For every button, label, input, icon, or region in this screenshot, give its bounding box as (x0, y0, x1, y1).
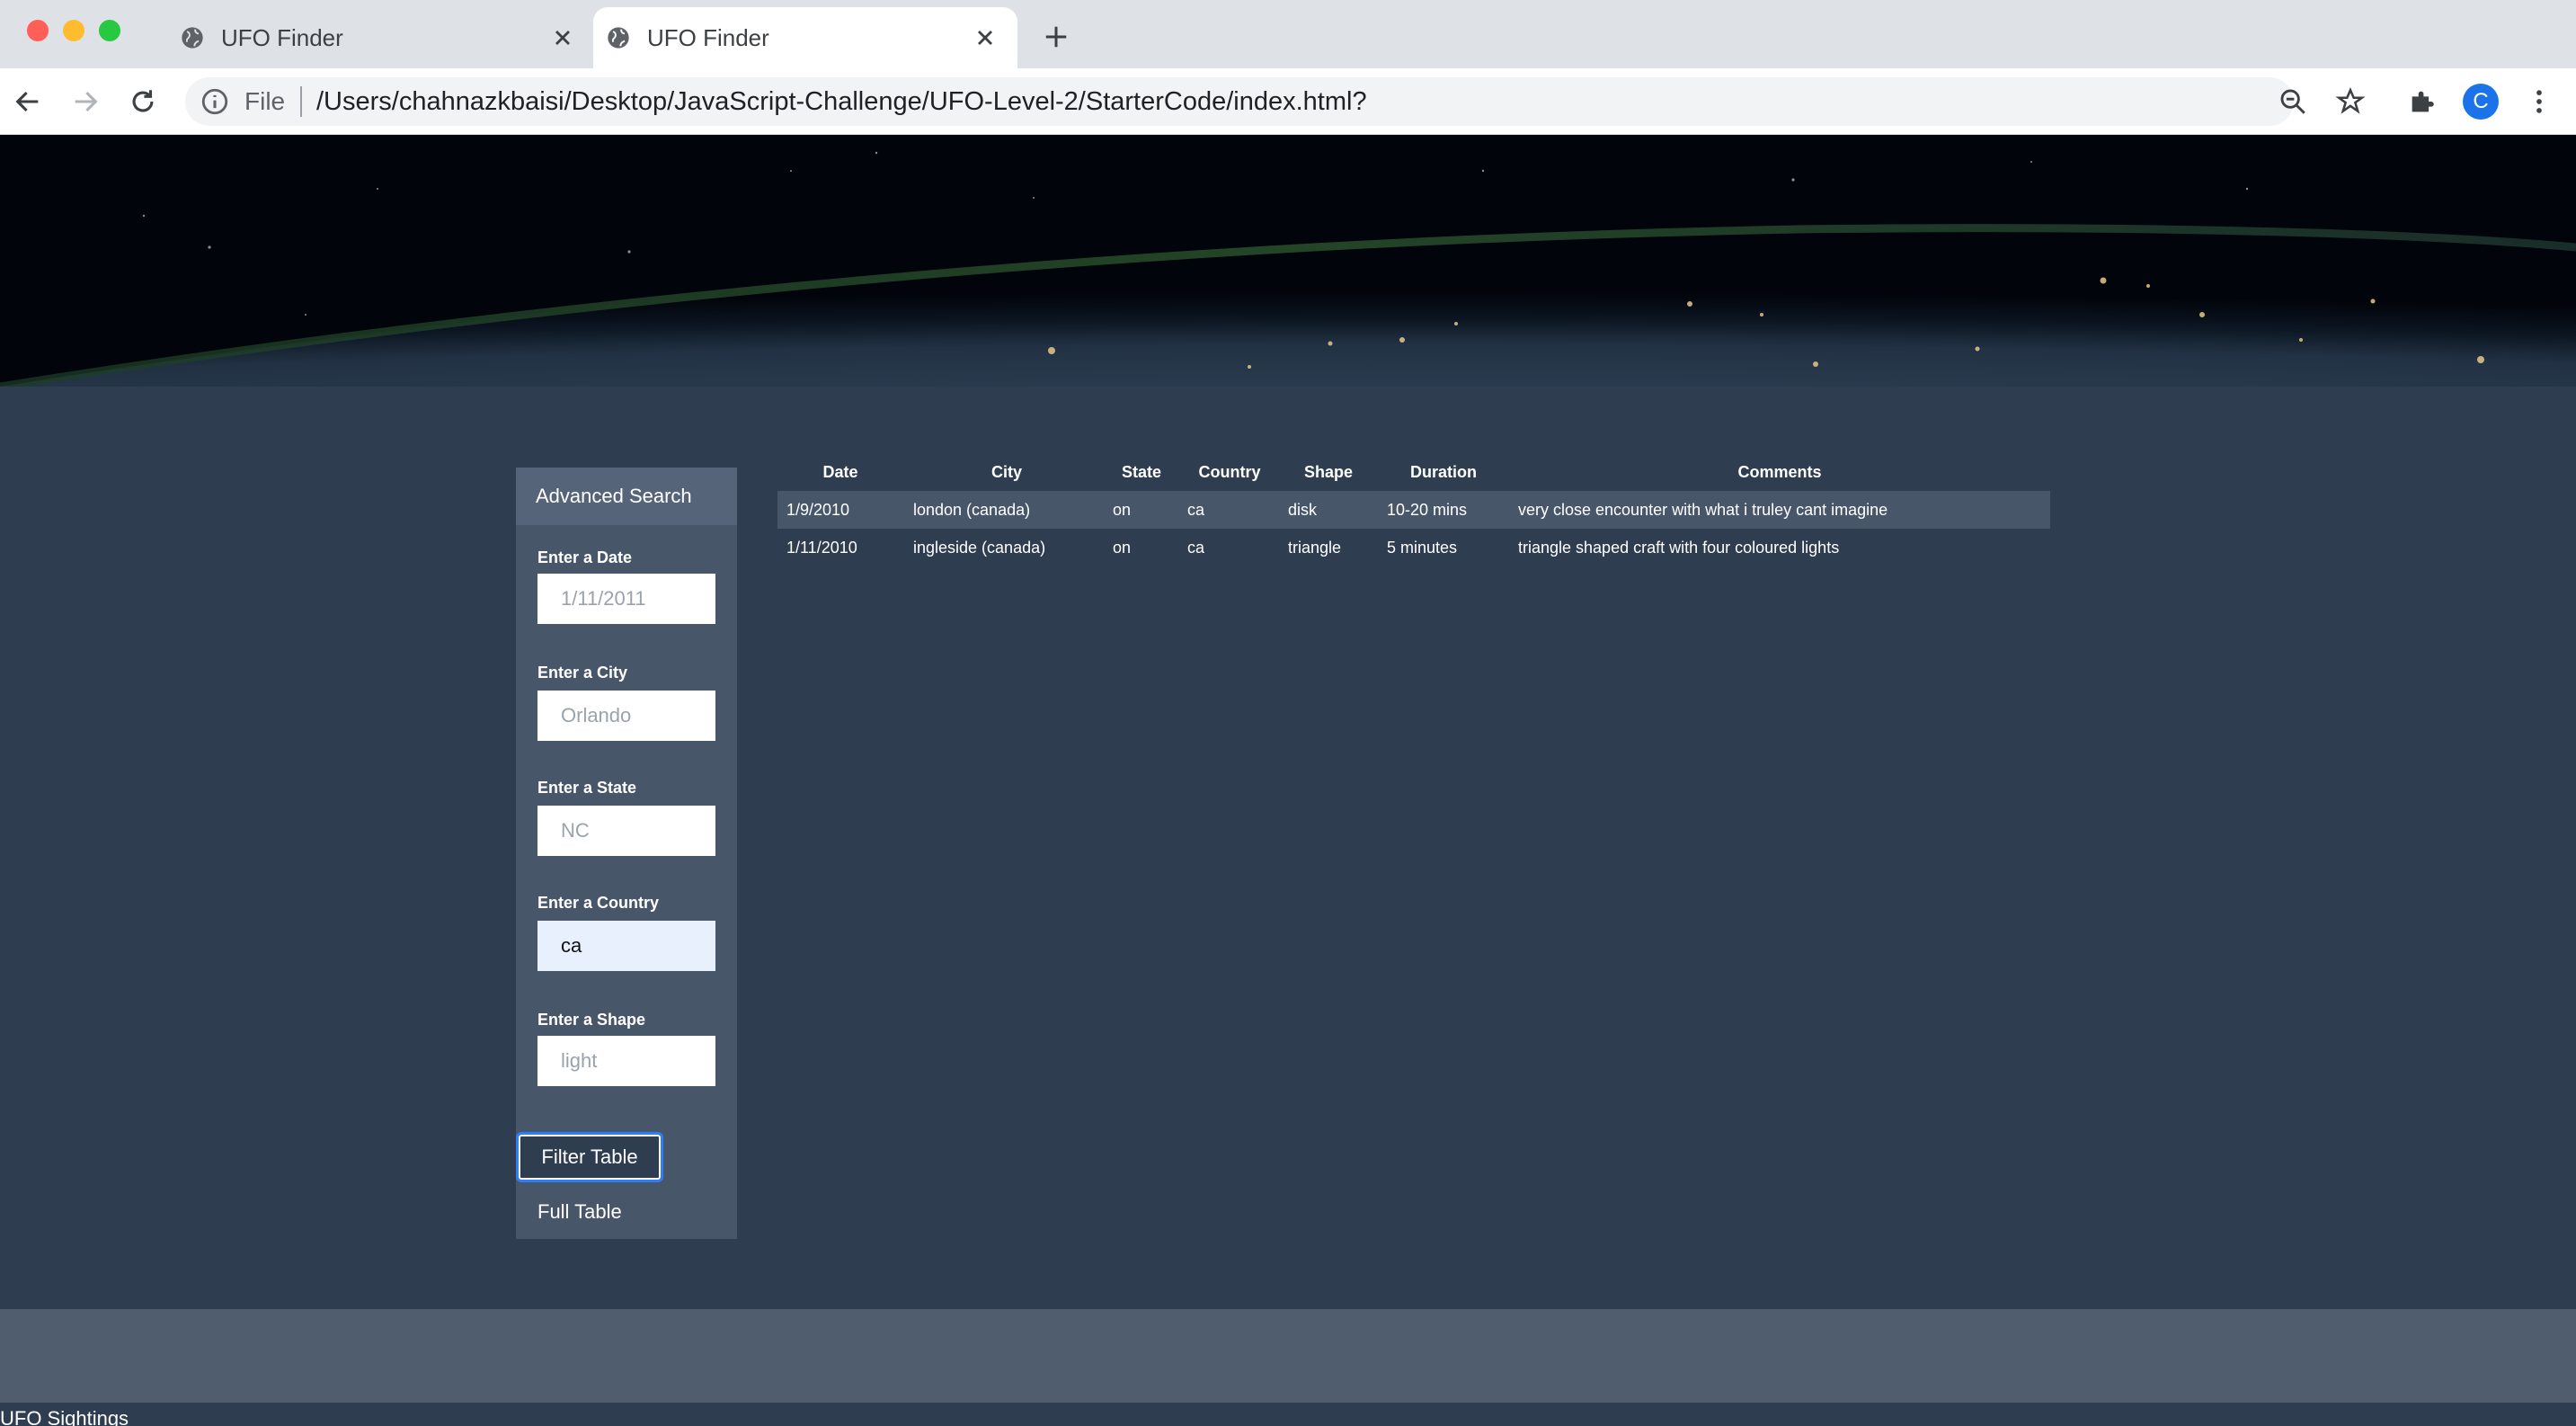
table-row: 1/9/2010 london (canada) on ca disk 10-2… (777, 491, 2050, 529)
cell-country: ca (1187, 539, 1205, 557)
column-header-duration: Duration (1410, 463, 1477, 481)
shape-filter-input[interactable] (537, 1036, 715, 1086)
forward-arrow-icon[interactable] (70, 86, 101, 117)
window-maximize-button[interactable] (99, 20, 120, 41)
back-arrow-icon[interactable] (13, 86, 43, 117)
footer-bar (0, 1403, 2576, 1426)
zoom-out-icon[interactable] (2278, 86, 2308, 117)
footer-band (0, 1309, 2576, 1403)
column-header-country: Country (1198, 463, 1261, 481)
scheme-label: File (244, 87, 286, 115)
country-filter-label: Enter a Country (537, 894, 660, 912)
tab-ufo-finder-2[interactable]: UFO Finder (593, 7, 1017, 68)
column-header-shape: Shape (1303, 463, 1354, 481)
state-filter-input[interactable] (537, 806, 715, 856)
cell-state: on (1113, 501, 1132, 519)
city-filter-label: Enter a City (537, 664, 628, 682)
cell-comments: triangle shaped craft with four coloured… (1518, 539, 1840, 557)
tab-ufo-finder-1[interactable]: UFO Finder (167, 7, 595, 68)
extensions-puzzle-icon[interactable] (2407, 86, 2438, 117)
cell-date: 1/9/2010 (786, 501, 850, 519)
reload-icon[interactable] (128, 86, 158, 117)
cell-country: ca (1187, 501, 1205, 519)
country-filter-input[interactable] (537, 921, 715, 971)
advanced-search-title: Advanced Search (536, 485, 692, 507)
profile-avatar[interactable]: C (2463, 84, 2499, 120)
hero-banner-image (0, 135, 2576, 387)
cell-city: london (canada) (913, 501, 1031, 519)
tab-title: UFO Finder (221, 24, 343, 51)
city-filter-input[interactable] (537, 691, 715, 741)
more-menu-icon[interactable] (2524, 86, 2554, 117)
column-header-state: State (1121, 463, 1161, 481)
cell-shape: disk (1288, 501, 1318, 519)
shape-filter-label: Enter a Shape (537, 1011, 646, 1029)
date-filter-input[interactable] (537, 574, 715, 624)
globe-icon (608, 27, 629, 49)
column-header-comments: Comments (1737, 463, 1822, 481)
info-icon[interactable] (200, 86, 230, 117)
new-tab-icon[interactable] (1043, 23, 1070, 50)
cell-duration: 5 minutes (1387, 539, 1458, 557)
cell-shape: triangle (1288, 539, 1342, 557)
date-filter-label: Enter a Date (537, 548, 633, 566)
cell-duration: 10-20 mins (1387, 501, 1468, 519)
address-separator (300, 86, 302, 117)
full-table-button[interactable]: Full Table (537, 1187, 622, 1237)
earth-from-space-image (0, 135, 2576, 387)
globe-icon (182, 27, 203, 49)
column-header-date: Date (822, 463, 858, 481)
cell-state: on (1113, 539, 1132, 557)
bookmark-star-icon[interactable] (2335, 86, 2366, 117)
tab-title: UFO Finder (647, 24, 769, 51)
close-tab-icon[interactable] (550, 25, 575, 50)
close-tab-icon[interactable] (973, 25, 998, 50)
table-row: 1/11/2010 ingleside (canada) on ca trian… (777, 529, 2050, 566)
cell-date: 1/11/2010 (786, 539, 857, 557)
column-header-city: City (990, 463, 1022, 481)
window-close-button[interactable] (27, 20, 49, 41)
window-minimize-button[interactable] (63, 20, 84, 41)
state-filter-label: Enter a State (537, 779, 637, 797)
filter-table-button[interactable]: Filter Table (516, 1132, 663, 1182)
footer-text: UFO Sightings (0, 1407, 129, 1426)
cell-city: ingleside (canada) (913, 539, 1046, 557)
cell-comments: very close encounter with what i truley … (1518, 501, 1888, 519)
url-text[interactable]: /Users/chahnazkbaisi/Desktop/JavaScript-… (316, 77, 1367, 126)
